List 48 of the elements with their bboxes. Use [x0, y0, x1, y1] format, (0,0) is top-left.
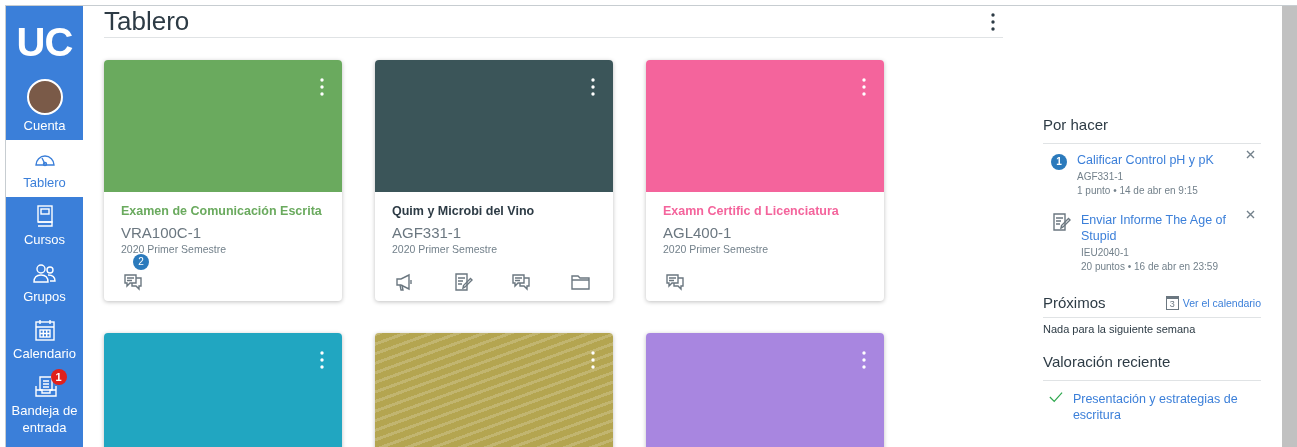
todo-details: 1 punto • 14 de abr en 9:15: [1077, 185, 1199, 196]
nav-item[interactable]: Cursos: [6, 197, 83, 254]
document-pencil-icon: [1051, 212, 1071, 231]
notification-badge: 1: [50, 369, 67, 385]
vertical-dots-icon: [320, 351, 324, 369]
graded-item-link[interactable]: Presentación y estrategias de escritura: [1072, 391, 1261, 423]
vertical-dots-icon: [862, 351, 866, 369]
course-code: VRA100C-1: [121, 224, 203, 241]
course-code: AGF331-1: [1077, 171, 1125, 182]
section-heading: Próximos: [1043, 294, 1106, 311]
vertical-dots-icon: [591, 351, 595, 369]
avatar: [26, 79, 63, 115]
calendar-icon: 3: [1165, 295, 1179, 310]
nav-item[interactable]: Cuenta: [6, 73, 83, 140]
vertical-dots-icon: [591, 78, 595, 96]
course-title-link[interactable]: Examn Certific d Licenciatura: [663, 204, 867, 218]
course-code: AGF331-1: [392, 224, 463, 241]
course-card[interactable]: Examn Certific d Licenciatura AGL400-1 2020 Primer Semestre: [646, 60, 884, 301]
todo-link[interactable]: Calificar Control pH y pK: [1077, 152, 1237, 168]
course-term: 2020 Primer Semestre: [663, 243, 770, 255]
logo: UC: [15, 19, 74, 66]
vertical-dots-icon: [991, 12, 995, 31]
vertical-dots-icon: [862, 78, 866, 96]
todo-link[interactable]: Enviar Informe The Age of Stupid: [1081, 212, 1241, 244]
vertical-dots-icon: [320, 78, 324, 96]
count-badge: 1: [1051, 154, 1067, 170]
unread-count-badge: 2: [133, 254, 149, 270]
course-title-link[interactable]: Quim y Microbi del Vino: [392, 204, 596, 218]
course-code: AGL400-1: [663, 224, 733, 241]
course-title-link[interactable]: Examen de Comunicación Escrita: [121, 204, 325, 218]
todo-details: 20 puntos • 16 de abr en 23:59: [1081, 261, 1219, 272]
course-term: 2020 Primer Semestre: [121, 243, 228, 255]
close-button[interactable]: [1246, 210, 1255, 219]
section-heading: Por hacer: [1043, 116, 1261, 144]
course-card[interactable]: Quim y Microbi del Vino AGF331-1 2020 Primer Semestre: [375, 60, 613, 301]
nav-item[interactable]: Grupos: [6, 254, 83, 311]
empty-message: Nada para la siguiente semana: [1043, 322, 1197, 337]
nav-item[interactable]: Tablero: [6, 140, 83, 197]
nav-item[interactable]: 1 Bandeja de entrada: [6, 368, 83, 442]
course-card[interactable]: Examen de Comunicación Escrita VRA100C-1 2020 Primer Semestre 2: [104, 60, 342, 301]
section-heading: Valoración reciente: [1043, 353, 1261, 381]
nav-item[interactable]: Calendario: [6, 311, 83, 368]
check-icon: [1049, 391, 1063, 403]
course-term: 2020 Primer Semestre: [392, 243, 499, 255]
course-code: IEU2040-1: [1081, 247, 1130, 258]
calendar-link[interactable]: Ver el calendario: [1182, 296, 1261, 309]
page-title: Tablero: [104, 6, 190, 37]
close-button[interactable]: [1246, 150, 1255, 159]
